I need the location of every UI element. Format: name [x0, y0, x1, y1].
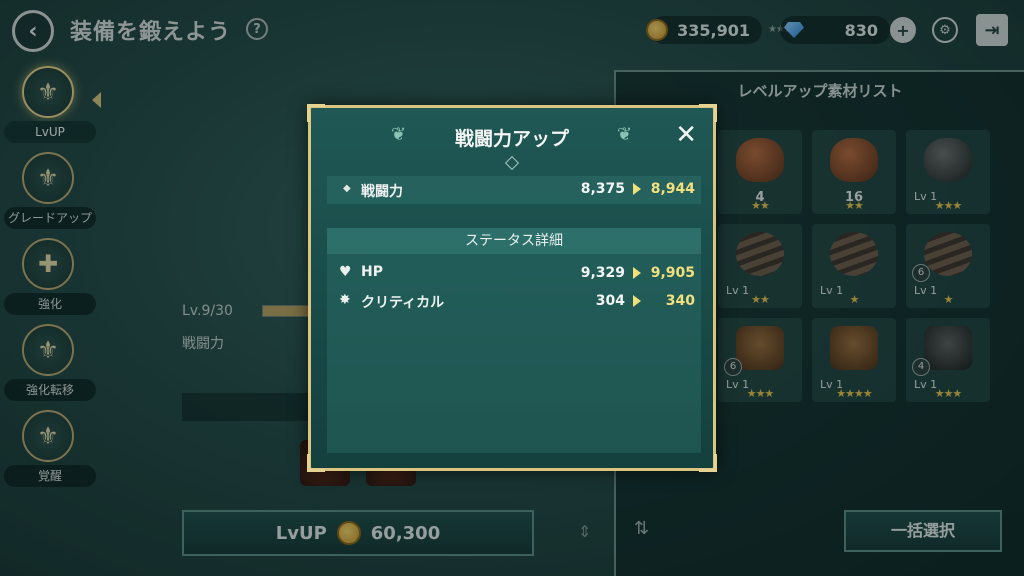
divider-ornament-icon	[504, 155, 520, 171]
power-up-modal: ❦ 戦闘力アップ ❦ ✕ ◆ 戦闘力 8,375 8,944 ステータス詳細 ♥…	[307, 104, 717, 472]
corner-ornament-icon	[699, 454, 717, 472]
power-old-value: 8,375	[580, 181, 625, 197]
bullet-icon: ◆	[343, 183, 351, 194]
power-row-label: 戦闘力	[361, 184, 403, 200]
status-details-heading: ステータス詳細	[327, 228, 701, 254]
modal-title: 戦闘力アップ	[454, 128, 569, 150]
close-button[interactable]: ✕	[675, 120, 697, 150]
stat-new-value: 9,905	[650, 265, 695, 281]
stat-old-value: 304	[595, 293, 625, 309]
heart-icon: ♥	[339, 264, 352, 280]
stat-new-value: 340	[665, 293, 695, 309]
stat-row-critical: ✸ クリティカル 304 340	[327, 288, 701, 314]
status-details: ステータス詳細 ♥ HP 9,329 9,905 ✸ クリティカル 304 34…	[327, 228, 701, 453]
leaf-ornament-icon: ❦	[617, 124, 633, 145]
power-new-value: 8,944	[650, 181, 695, 197]
stat-label: クリティカル	[361, 295, 445, 311]
critical-icon: ✸	[339, 292, 351, 308]
corner-ornament-icon	[699, 104, 717, 122]
stat-row-hp: ♥ HP 9,329 9,905	[327, 260, 701, 286]
stat-label: HP	[361, 264, 383, 280]
corner-ornament-icon	[307, 104, 325, 122]
power-row: ◆ 戦闘力 8,375 8,944	[327, 176, 701, 204]
corner-ornament-icon	[307, 454, 325, 472]
stat-old-value: 9,329	[580, 265, 625, 281]
